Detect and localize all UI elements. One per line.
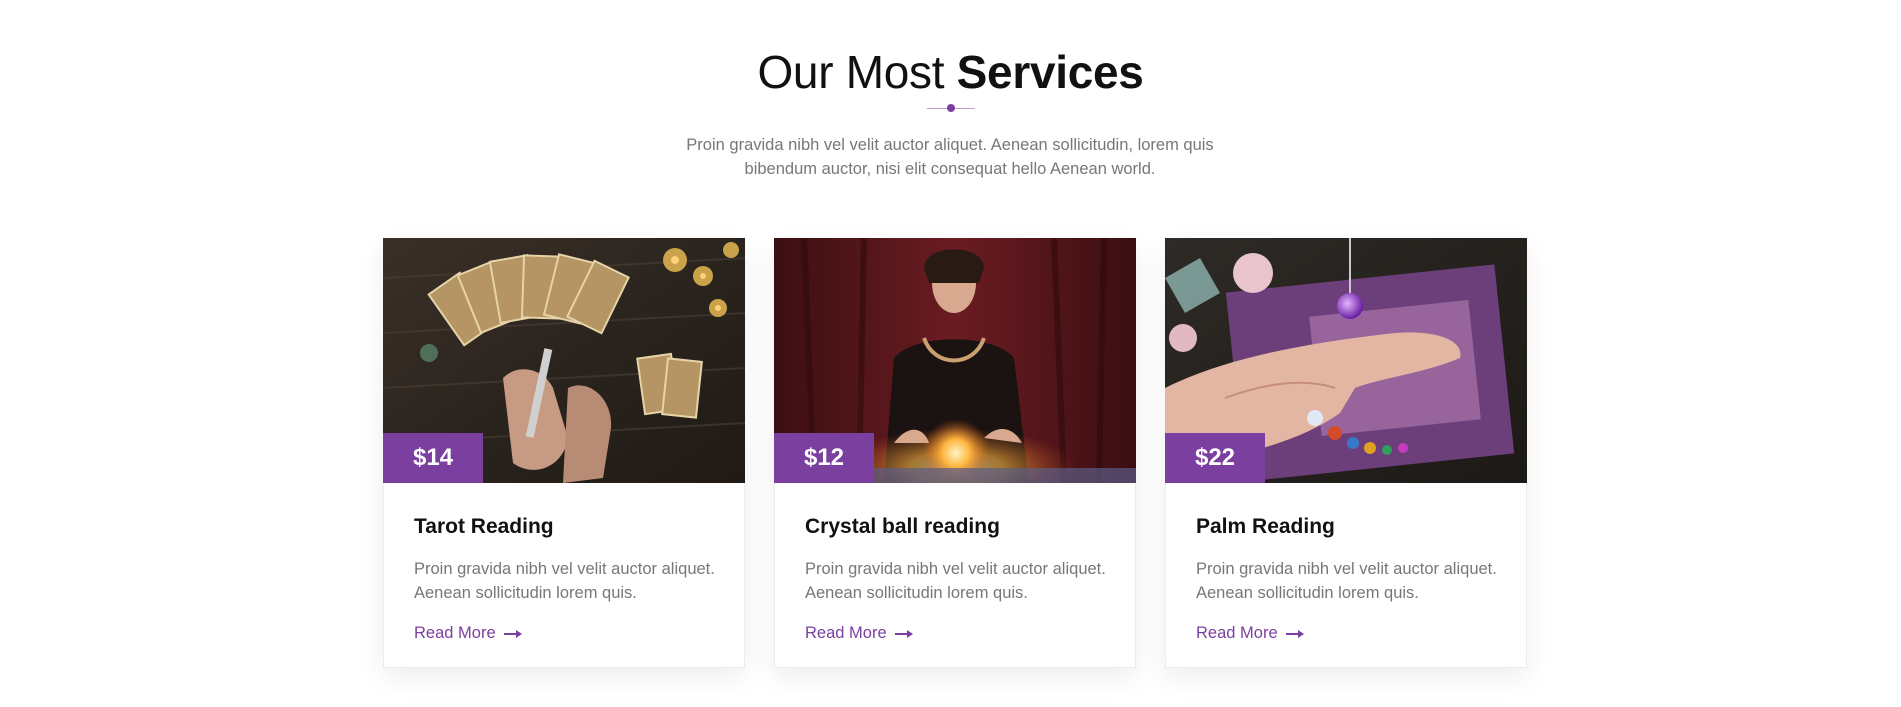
section-title-bold: Services (956, 46, 1144, 98)
arrow-right-icon (895, 629, 914, 638)
service-title: Tarot Reading (414, 515, 554, 538)
read-more-link[interactable]: Read More (414, 621, 523, 645)
service-description: Proin gravida nibh vel velit auctor aliq… (414, 560, 715, 602)
arrow-right-icon (504, 629, 523, 638)
service-description: Proin gravida nibh vel velit auctor aliq… (1196, 560, 1497, 602)
read-more-label: Read More (1196, 624, 1278, 642)
service-title: Crystal ball reading (805, 515, 1000, 538)
services-section: Our Most Services Proin gravida nibh vel… (0, 0, 1901, 707)
read-more-link[interactable]: Read More (1196, 621, 1305, 645)
service-card-palm: $22 Palm Reading Proin gravida nibh vel … (1165, 238, 1527, 668)
section-title: Our Most Services (0, 44, 1901, 100)
price-badge: $12 (774, 433, 874, 483)
service-title: Palm Reading (1196, 515, 1335, 538)
divider-dot (947, 104, 955, 112)
read-more-label: Read More (414, 624, 496, 642)
read-more-label: Read More (805, 624, 887, 642)
service-card-crystal-ball: $12 Crystal ball reading Proin gravida n… (774, 238, 1136, 668)
price-badge: $22 (1165, 433, 1265, 483)
price-badge: $14 (383, 433, 483, 483)
service-card-tarot: $14 Tarot Reading Proin gravida nibh vel… (383, 238, 745, 668)
section-title-light: Our Most (757, 46, 945, 98)
read-more-link[interactable]: Read More (805, 621, 914, 645)
service-description: Proin gravida nibh vel velit auctor aliq… (805, 560, 1106, 602)
dot-divider-icon (927, 104, 975, 112)
arrow-right-icon (1286, 629, 1305, 638)
section-intro: Proin gravida nibh vel velit auctor aliq… (686, 136, 1214, 178)
